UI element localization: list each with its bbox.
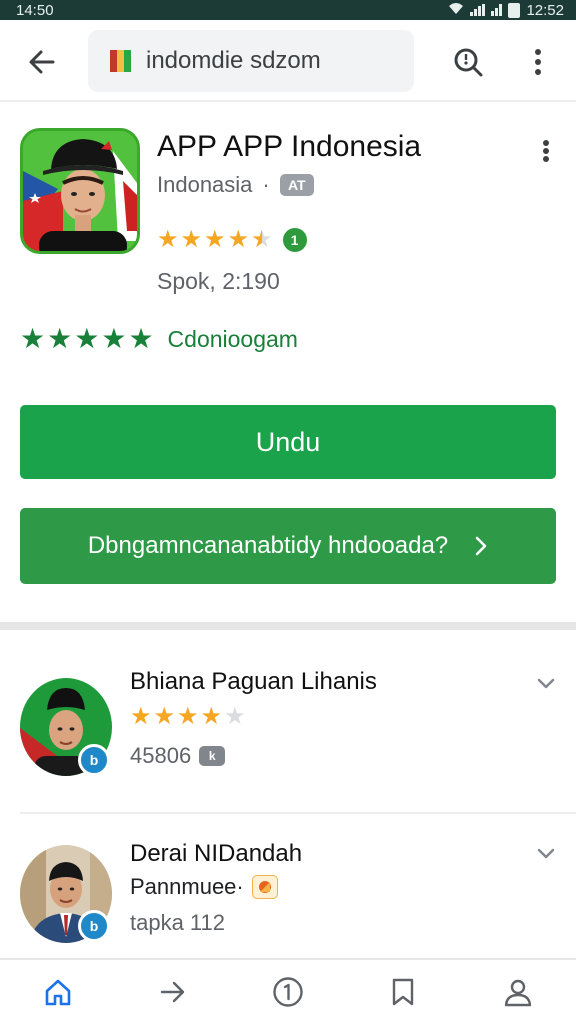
review-subtitle: Pannmuee· [130, 874, 244, 899]
star-icon: ★ [74, 323, 100, 354]
secondary-button-label: Dbngamncananabtidy hndooada? [87, 532, 449, 559]
secondary-button[interactable]: Dbngamncananabtidy hndooada? [20, 508, 556, 584]
star-icon: ★ [20, 323, 46, 354]
search-icon [454, 48, 483, 77]
search-button[interactable] [446, 40, 490, 84]
app-logo-portrait-icon [23, 131, 137, 251]
app-developer[interactable]: Indonasia [157, 172, 252, 198]
expand-review-button[interactable] [534, 672, 558, 696]
bookmark-icon [392, 978, 414, 1006]
url-bar[interactable]: indomdie sdzom [88, 30, 414, 92]
review-meta: tapka 112 [130, 910, 226, 935]
review-orange-badge-icon [251, 875, 278, 899]
star-icon: ★ [204, 226, 226, 253]
app-developer-row: Indonasia · AT [157, 172, 314, 198]
section-divider [0, 622, 576, 630]
status-time-left: 14:50 [16, 1, 54, 19]
star-icon: ★ [101, 323, 127, 354]
green-rating-stars: ★ ★ ★ ★ ★ [20, 325, 154, 353]
app-rating-row: ★ ★ ★ ★ ★ 1 [157, 228, 307, 252]
signal-icon [470, 4, 486, 16]
avatar-badge: b [78, 910, 110, 942]
star-icon: ★ [227, 226, 250, 253]
rating-info-badge: 1 [282, 228, 307, 252]
green-rating-row: ★ ★ ★ ★ ★ Cdonioogam [20, 325, 298, 353]
star-icon: ★ [47, 323, 73, 354]
back-button[interactable] [20, 40, 64, 84]
avatar-badge: b [78, 744, 110, 776]
content-rating-badge: AT [279, 174, 314, 196]
forward-icon [160, 981, 184, 1003]
star-icon: ★ [157, 226, 179, 253]
signal-icon-2 [491, 4, 503, 16]
review-meta-row: 45806 k [130, 743, 226, 769]
install-button-label: Undu [255, 426, 321, 457]
star-icon: ★ [130, 703, 152, 730]
nav-bookmark[interactable] [373, 967, 433, 1017]
star-icon: ★ [153, 703, 176, 730]
separator-dot: · [262, 172, 270, 197]
browser-toolbar: indomdie sdzom [0, 20, 576, 102]
back-arrow-icon [29, 50, 55, 74]
review-meta-badge: k [199, 746, 226, 766]
site-favicon-icon [110, 50, 132, 72]
star-icon: ★ [128, 323, 154, 354]
nav-info[interactable] [258, 967, 318, 1017]
browser-menu-button[interactable] [520, 40, 556, 84]
review-subtitle-row: Pannmuee· [130, 874, 278, 900]
app-meta: Spok, 2:190 [157, 268, 280, 294]
nav-forward[interactable] [143, 967, 203, 1017]
battery-icon [508, 2, 521, 18]
review-rating-row: ★ ★ ★ ★ ★ [130, 705, 246, 729]
star-icon: ★ [200, 703, 223, 730]
review-meta-row: tapka 112 [130, 910, 225, 936]
app-title: APP APP Indonesia [157, 130, 422, 163]
expand-review-button[interactable] [534, 842, 558, 866]
profile-icon [505, 979, 532, 1007]
chevron-down-icon [537, 848, 555, 859]
install-button[interactable]: Undu [20, 405, 556, 479]
status-icons: 12:52 [448, 2, 564, 19]
bottom-navigation [0, 958, 576, 1024]
more-vert-icon [543, 140, 549, 162]
status-time-right: 12:52 [526, 1, 564, 19]
wifi-icon [448, 2, 464, 19]
review-meta: 45806 [130, 743, 192, 768]
app-more-button[interactable] [532, 134, 560, 168]
chevron-down-icon [537, 678, 555, 689]
status-bar: 14:50 12:52 [0, 0, 576, 20]
info-circle-icon [273, 977, 303, 1007]
home-icon [45, 979, 70, 1006]
nav-home[interactable] [28, 967, 88, 1017]
star-icon: ★ [251, 226, 273, 253]
reviewer-name: Derai NIDandah [130, 840, 303, 867]
star-icon: ★ [224, 703, 246, 730]
url-text: indomdie sdzom [146, 47, 321, 74]
reviewer-name: Bhiana Paguan Lihanis [130, 668, 377, 695]
nav-profile[interactable] [488, 967, 548, 1017]
review-stars: ★ ★ ★ ★ ★ [130, 705, 246, 729]
app-icon[interactable] [20, 128, 140, 254]
more-vert-icon [535, 49, 541, 75]
review-divider [20, 812, 576, 814]
green-rating-text[interactable]: Cdonioogam [168, 326, 298, 353]
app-rating-stars: ★ ★ ★ ★ ★ [157, 228, 273, 252]
star-icon: ★ [180, 226, 203, 253]
chevron-right-icon [475, 536, 487, 556]
star-icon: ★ [177, 703, 199, 730]
